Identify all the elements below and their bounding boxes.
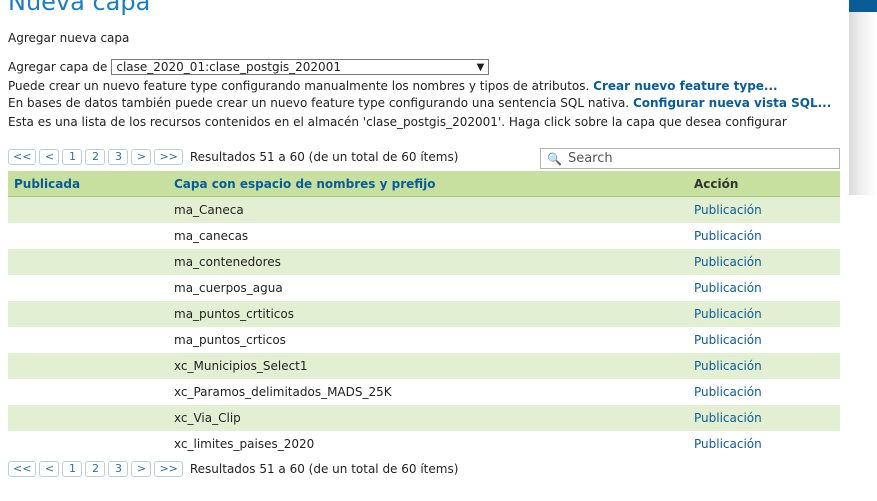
publish-link[interactable]: Publicación [694,281,762,295]
published-cell [8,196,168,223]
first-page-button[interactable]: << [8,149,37,165]
action-cell: Publicación [688,223,840,249]
prev-page-button[interactable]: < [39,461,60,477]
table-row: ma_Caneca Publicación [8,196,840,223]
layer-name-cell: ma_Caneca [168,196,688,223]
table-header-row: Publicada Capa con espacio de nombres y … [8,171,840,197]
action-cell: Publicación [688,275,840,301]
publish-link[interactable]: Publicación [694,255,762,269]
action-cell: Publicación [688,379,840,405]
pager-top: << < 1 2 3 > >> Resultados 51 a 60 (de u… [8,149,458,165]
layer-name-cell: ma_canecas [168,223,688,249]
published-cell [8,431,168,457]
publish-link[interactable]: Publicación [694,385,762,399]
action-cell: Publicación [688,249,840,275]
layer-name-cell: ma_contenedores [168,249,688,275]
layer-name-cell: xc_Municipios_Select1 [168,353,688,379]
layer-name-cell: ma_cuerpos_agua [168,275,688,301]
search-input[interactable] [567,151,828,166]
published-cell [8,223,168,249]
last-page-button[interactable]: >> [154,149,183,165]
page-title: Nueva capa [8,0,151,16]
action-cell: Publicación [688,327,840,353]
col-layer-name[interactable]: Capa con espacio de nombres y prefijo [168,171,688,197]
info-line-resources: Esta es una lista de los recursos conten… [8,115,787,129]
window-edge-shadow [849,0,877,501]
first-page-button[interactable]: << [8,461,37,477]
action-cell: Publicación [688,405,840,431]
dropdown-arrow-icon: ▼ [476,62,485,73]
page-2-button[interactable]: 2 [85,461,106,477]
create-feature-type-link[interactable]: Crear nuevo feature type... [593,79,777,93]
layer-name-cell: xc_Via_Clip [168,405,688,431]
next-page-button[interactable]: > [131,149,152,165]
page-1-button[interactable]: 1 [62,461,83,477]
info-text-1: Puede crear un nuevo feature type config… [8,79,590,93]
info-line-feature-type: Puede crear un nuevo feature type config… [8,79,778,93]
table-row: xc_limites_paises_2020 Publicación [8,431,840,457]
publish-link[interactable]: Publicación [694,229,762,243]
window-edge-accent [849,0,877,12]
published-cell [8,327,168,353]
layers-table: Publicada Capa con espacio de nombres y … [8,171,840,457]
table-row: xc_Via_Clip Publicación [8,405,840,431]
action-cell: Publicación [688,196,840,223]
page-2-button[interactable]: 2 [85,149,106,165]
publish-link[interactable]: Publicación [694,203,762,217]
action-cell: Publicación [688,431,840,457]
layer-name-cell: ma_puntos_crticos [168,327,688,353]
page-3-button[interactable]: 3 [108,461,129,477]
published-cell [8,275,168,301]
publish-link[interactable]: Publicación [694,411,762,425]
search-box[interactable]: 🔍 [540,148,840,169]
results-count: Resultados 51 a 60 (de un total de 60 ít… [189,462,459,476]
published-cell [8,249,168,275]
info-line-sql-view: En bases de datos también puede crear un… [8,96,831,110]
table-row: ma_contenedores Publicación [8,249,840,275]
next-page-button[interactable]: > [131,461,152,477]
results-count: Resultados 51 a 60 (de un total de 60 ít… [189,150,459,164]
table-row: ma_puntos_crtiticos Publicación [8,301,840,327]
publish-link[interactable]: Publicación [694,333,762,347]
col-action: Acción [688,171,840,197]
published-cell [8,301,168,327]
prev-page-button[interactable]: < [39,149,60,165]
publish-link[interactable]: Publicación [694,437,762,451]
configure-sql-view-link[interactable]: Configurar nueva vista SQL... [633,96,831,110]
table-row: ma_puntos_crticos Publicación [8,327,840,353]
published-cell [8,405,168,431]
pager-bottom: << < 1 2 3 > >> Resultados 51 a 60 (de u… [8,461,458,477]
table-row: xc_Paramos_delimitados_MADS_25K Publicac… [8,379,840,405]
layer-name-cell: ma_puntos_crtiticos [168,301,688,327]
store-label: Agregar capa de [8,60,108,74]
store-selector-row: Agregar capa de clase_2020_01:clase_post… [8,59,490,75]
col-published[interactable]: Publicada [8,171,168,197]
table-row: xc_Municipios_Select1 Publicación [8,353,840,379]
table-row: ma_cuerpos_agua Publicación [8,275,840,301]
published-cell [8,353,168,379]
store-select-value: clase_2020_01:clase_postgis_202001 [116,60,341,74]
published-cell [8,379,168,405]
store-select[interactable]: clase_2020_01:clase_postgis_202001 ▼ [111,59,490,75]
layer-name-cell: xc_Paramos_delimitados_MADS_25K [168,379,688,405]
info-text-2: En bases de datos también puede crear un… [8,96,630,110]
page-subtitle: Agregar nueva capa [8,31,130,45]
search-icon: 🔍 [547,151,562,166]
window-edge-cut [849,195,877,501]
layer-name-cell: xc_limites_paises_2020 [168,431,688,457]
action-cell: Publicación [688,353,840,379]
publish-link[interactable]: Publicación [694,307,762,321]
page-1-button[interactable]: 1 [62,149,83,165]
page-3-button[interactable]: 3 [108,149,129,165]
last-page-button[interactable]: >> [154,461,183,477]
action-cell: Publicación [688,301,840,327]
publish-link[interactable]: Publicación [694,359,762,373]
table-row: ma_canecas Publicación [8,223,840,249]
